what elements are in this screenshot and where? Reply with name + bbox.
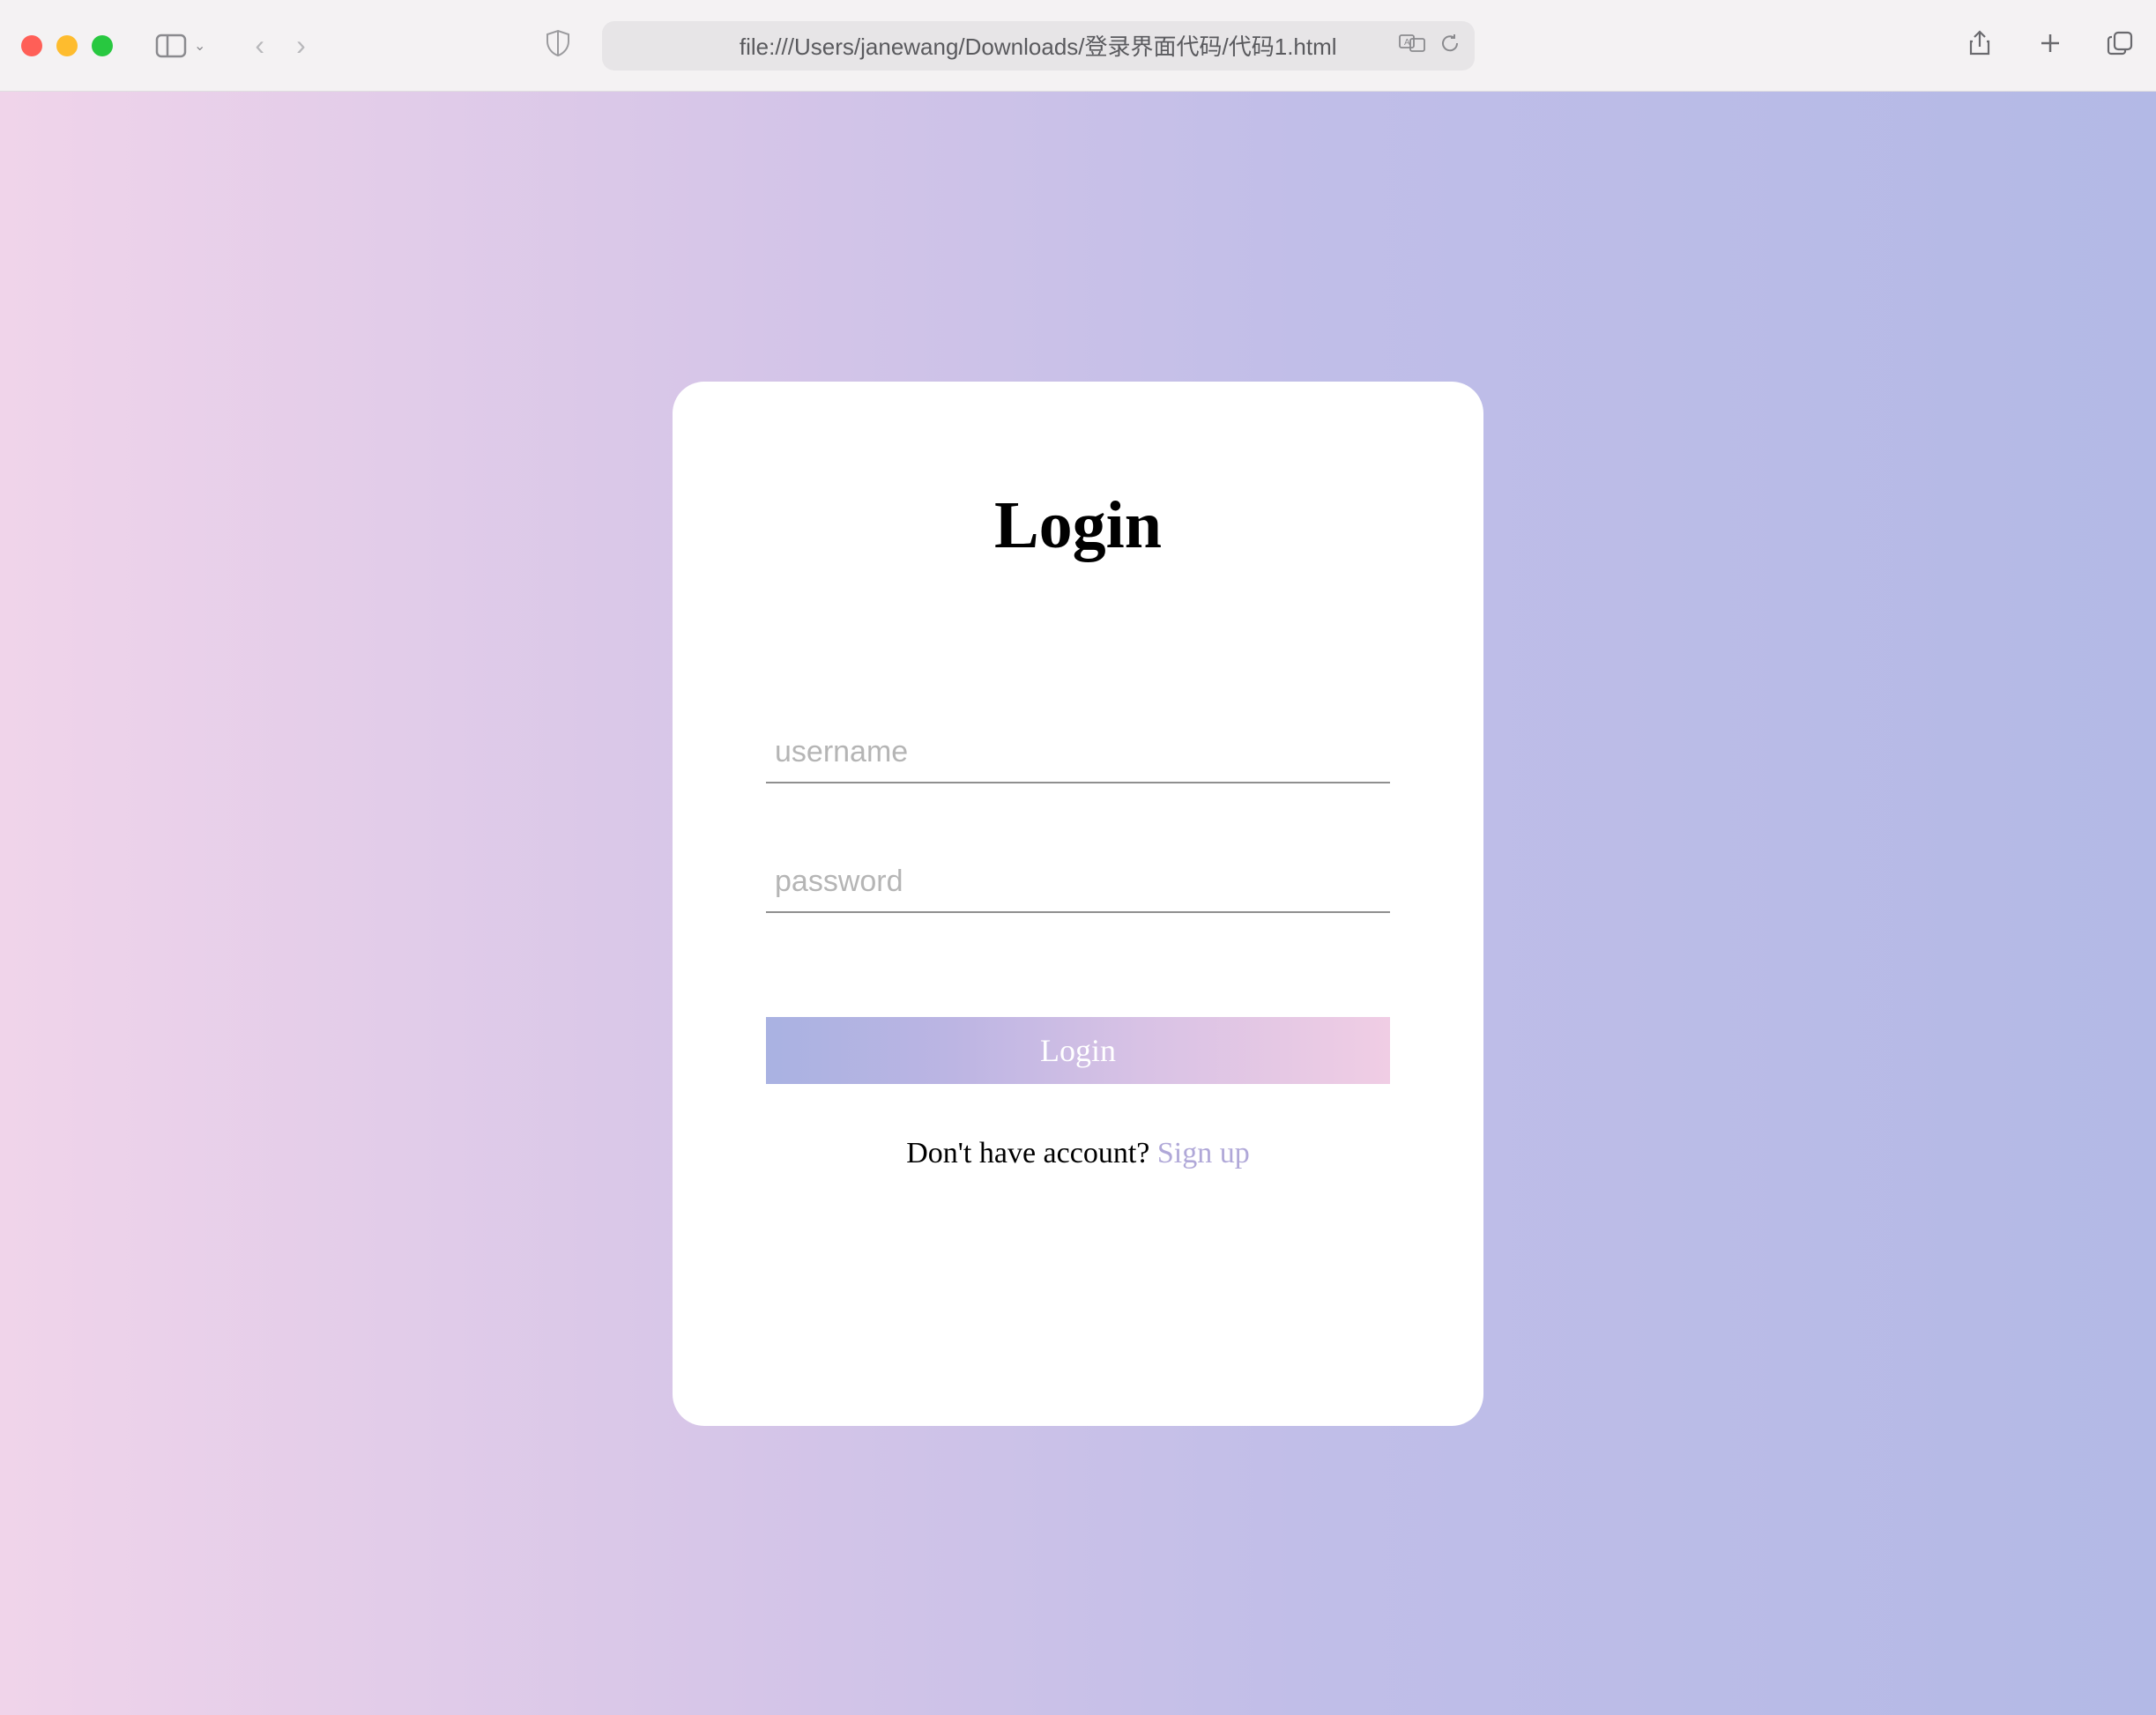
maximize-window-button[interactable]	[92, 35, 113, 56]
svg-text:A: A	[1404, 38, 1410, 48]
new-tab-icon[interactable]	[2036, 29, 2064, 62]
login-button[interactable]: Login	[766, 1017, 1390, 1084]
privacy-shield-icon[interactable]	[546, 29, 570, 62]
signup-prompt-row: Don't have account? Sign up	[766, 1137, 1390, 1170]
translate-icon[interactable]: A	[1399, 33, 1425, 58]
back-button[interactable]: ‹	[255, 29, 264, 62]
page-background: Login Login Don't have account? Sign up	[0, 92, 2156, 1715]
nav-arrows: ‹ ›	[255, 29, 305, 62]
login-card: Login Login Don't have account? Sign up	[673, 382, 1483, 1426]
forward-button[interactable]: ›	[296, 29, 306, 62]
password-input[interactable]	[766, 852, 1390, 913]
minimize-window-button[interactable]	[56, 35, 78, 56]
address-bar-url: file:///Users/janewang/Downloads/登录界面代码/…	[740, 29, 1337, 62]
close-window-button[interactable]	[21, 35, 42, 56]
login-title: Login	[761, 487, 1395, 564]
browser-toolbar: ⌄ ‹ › file:///Users/janewang/Downloads/登…	[0, 0, 2156, 92]
signup-link[interactable]: Sign up	[1157, 1137, 1250, 1169]
window-controls	[21, 35, 113, 56]
sidebar-toggle-button[interactable]: ⌄	[155, 33, 205, 58]
username-input[interactable]	[766, 723, 1390, 783]
address-bar[interactable]: file:///Users/janewang/Downloads/登录界面代码/…	[602, 21, 1475, 71]
reload-icon[interactable]	[1439, 33, 1461, 58]
signup-prompt-text: Don't have account?	[906, 1137, 1157, 1169]
chevron-down-icon: ⌄	[194, 37, 205, 55]
share-icon[interactable]	[1966, 29, 1994, 62]
tabs-overview-icon[interactable]	[2107, 29, 2135, 62]
